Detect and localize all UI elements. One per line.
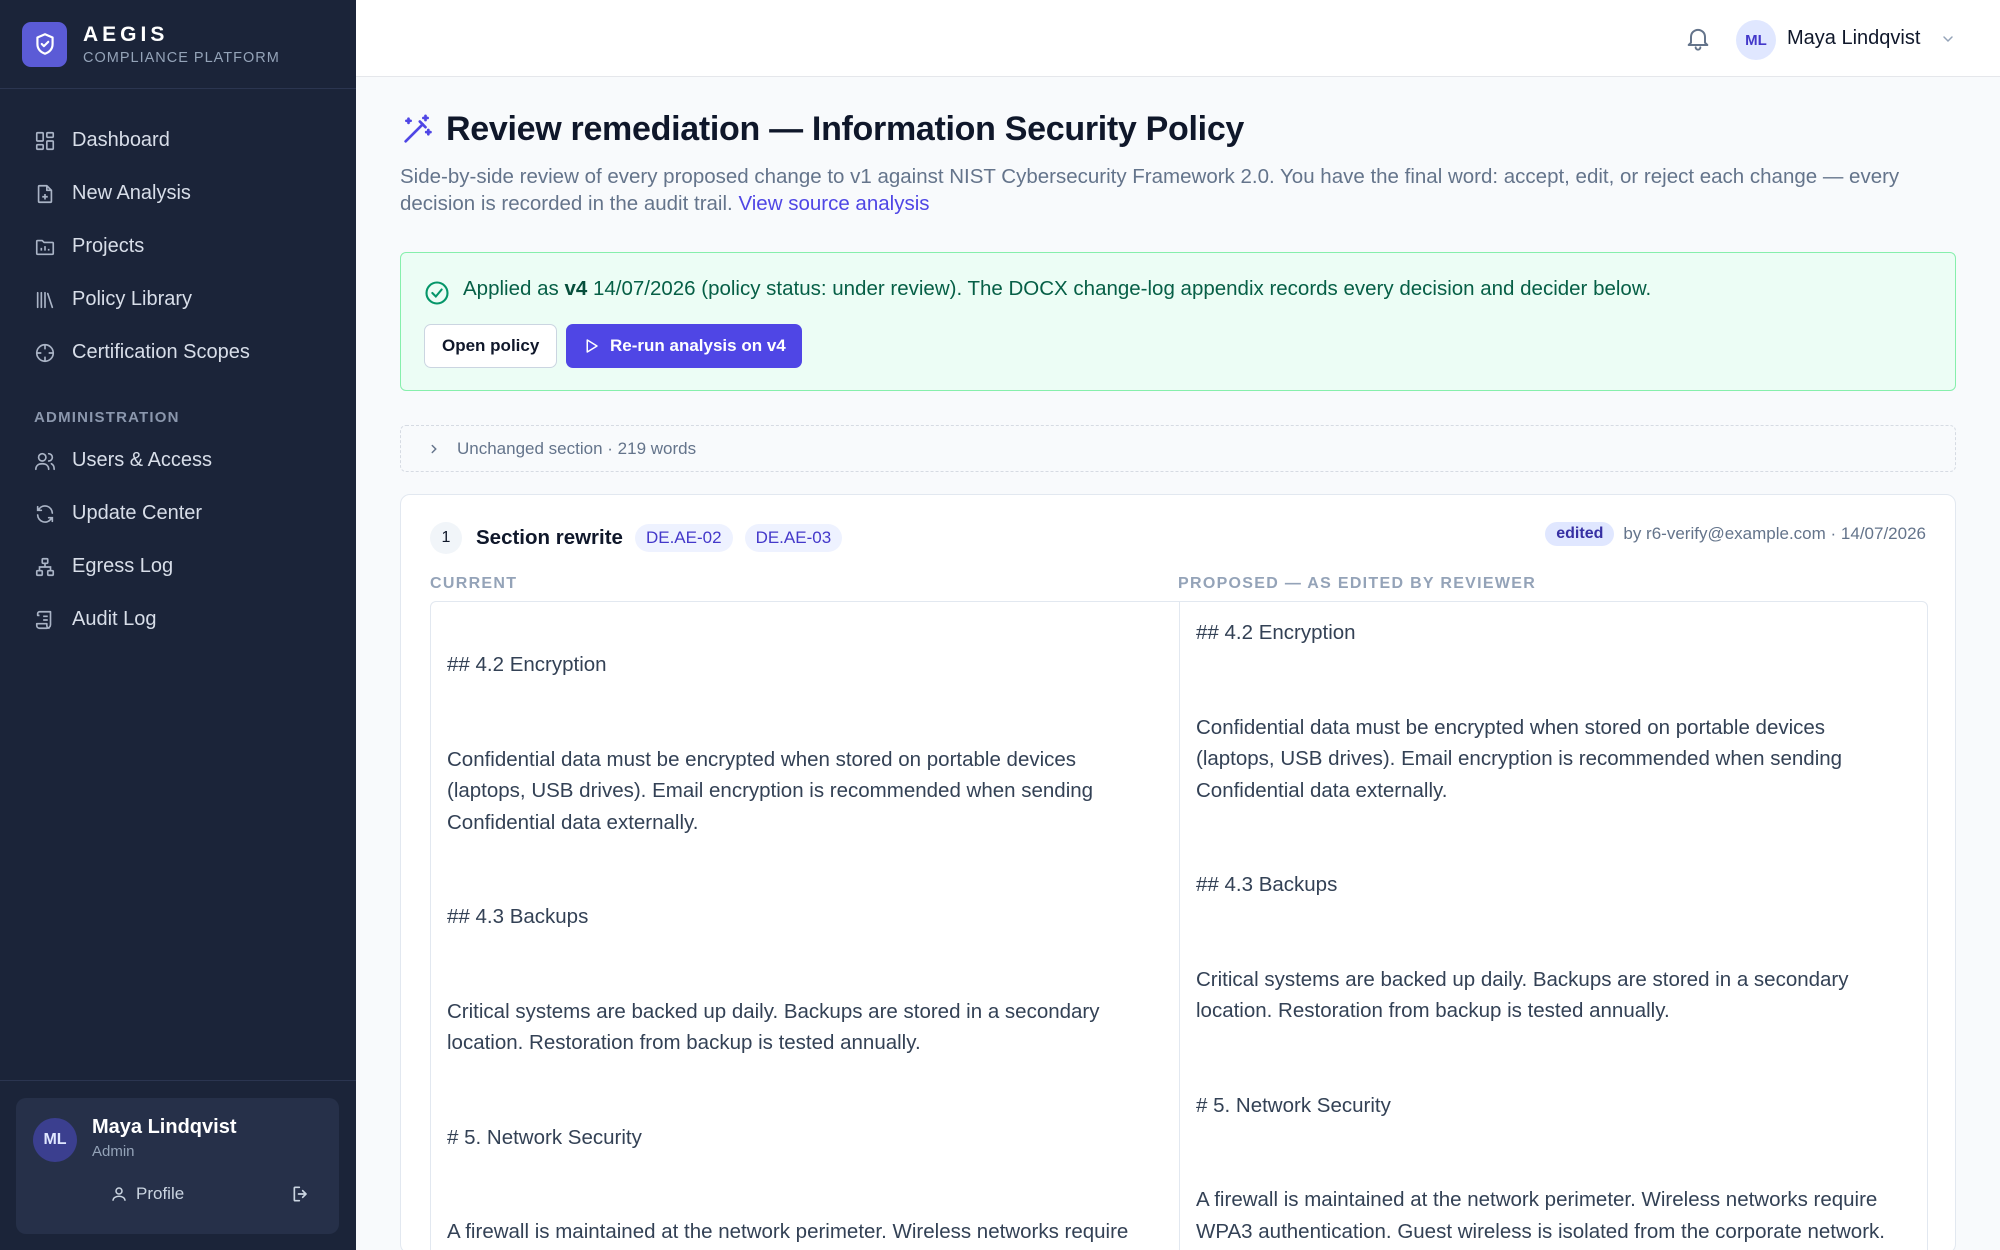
rerun-label: Re-run analysis on v4: [610, 336, 786, 355]
change-meta: by r6-verify@example.com · 14/07/2026: [1623, 524, 1926, 543]
page-title: Review remediation — Information Securit…: [446, 110, 1245, 148]
main-content: Review remediation — Information Securit…: [400, 77, 1956, 1250]
nav-label: New Analysis: [72, 182, 191, 204]
proposed-line: A firewall is maintained at the network …: [1196, 1188, 1885, 1243]
folder-chart-icon: [35, 239, 55, 255]
brand-subtitle: COMPLIANCE PLATFORM: [83, 49, 280, 66]
nav-item-dashboard[interactable]: Dashboard: [0, 114, 356, 167]
nav-item-policy-library[interactable]: Policy Library: [0, 273, 356, 326]
user-card: ML Maya Lindqvist Admin Profile: [16, 1098, 339, 1234]
profile-label: Profile: [136, 1184, 185, 1203]
current-column-label: CURRENT: [430, 575, 518, 592]
nav-label: Egress Log: [72, 555, 174, 577]
change-card: 1 Section rewrite DE.AE-02 DE.AE-03 edit…: [400, 494, 1956, 1250]
file-plus-icon: [37, 184, 53, 203]
nav-item-audit-log[interactable]: Audit Log: [0, 593, 356, 646]
brand[interactable]: AEGIS COMPLIANCE PLATFORM: [0, 0, 356, 89]
logout-icon: [293, 1186, 307, 1202]
current-line: Confidential data must be encrypted when…: [447, 747, 1094, 834]
status-badge: edited: [1545, 522, 1615, 546]
dashboard-icon: [35, 131, 55, 150]
banner-message: Applied as v4 14/07/2026 (policy status:…: [463, 277, 1651, 301]
nav-label: Projects: [72, 235, 145, 257]
current-pane: ## 4.2 Encryption Confidential data must…: [431, 602, 1161, 1250]
nav-item-egress-log[interactable]: Egress Log: [0, 540, 356, 593]
proposed-line: ## 4.2 Encryption: [1196, 621, 1356, 644]
library-icon: [36, 291, 54, 308]
scroll-icon: [35, 610, 52, 629]
current-line: ## 4.3 Backups: [447, 905, 589, 928]
unchanged-section-toggle[interactable]: Unchanged section · 219 words: [400, 425, 1956, 472]
subtitle-text: Side-by-side review of every proposed ch…: [400, 165, 1900, 215]
avatar: ML: [33, 1118, 77, 1162]
admin-heading: ADMINISTRATION: [34, 409, 180, 426]
magic-wand-icon: [404, 113, 432, 143]
nav-label: Audit Log: [72, 608, 157, 630]
nav-label: Users & Access: [72, 449, 213, 471]
user-name: Maya Lindqvist: [92, 1116, 237, 1138]
nav-item-projects[interactable]: Projects: [0, 220, 356, 273]
change-title: Section rewrite: [476, 526, 623, 549]
proposed-line: Critical systems are backed up daily. Ba…: [1196, 967, 1849, 1023]
nav-label: Certification Scopes: [72, 341, 250, 363]
main-nav: Dashboard New Analysis Projects Policy L…: [0, 89, 356, 646]
nav-label: Dashboard: [72, 129, 170, 151]
user-icon: [112, 1187, 126, 1201]
current-line: ## 4.2 Encryption: [447, 653, 607, 676]
banner-prefix: Applied as: [463, 277, 565, 300]
current-line: A firewall is maintained at the network …: [447, 1220, 1129, 1243]
nav-label: Policy Library: [72, 288, 193, 310]
network-icon: [35, 557, 55, 576]
view-source-link[interactable]: View source analysis: [738, 192, 929, 215]
nav-item-certification-scopes[interactable]: Certification Scopes: [0, 326, 356, 379]
user-role: Admin: [92, 1143, 135, 1160]
banner-version: v4: [564, 277, 588, 300]
sidebar: AEGIS COMPLIANCE PLATFORM Dashboard New …: [0, 0, 356, 1250]
logout-button[interactable]: [291, 1184, 311, 1209]
proposed-column-label: PROPOSED — AS EDITED BY REVIEWER: [1178, 575, 1537, 592]
proposed-line: ## 4.3 Backups: [1196, 873, 1338, 896]
applied-banner: Applied as v4 14/07/2026 (policy status:…: [400, 252, 1956, 391]
unchanged-label: Unchanged section · 219 words: [457, 438, 697, 458]
topbar: ML Maya Lindqvist: [356, 0, 2000, 77]
diff-view: ## 4.2 Encryption Confidential data must…: [430, 601, 1928, 1250]
play-icon: [586, 339, 598, 353]
avatar[interactable]: ML: [1736, 20, 1776, 60]
profile-button[interactable]: Profile: [110, 1184, 184, 1204]
current-line: # 5. Network Security: [447, 1125, 642, 1149]
page-subtitle: Side-by-side review of every proposed ch…: [400, 163, 1956, 217]
brand-name: AEGIS: [83, 22, 169, 46]
proposed-line: # 5. Network Security: [1196, 1093, 1391, 1117]
bell-icon: [1687, 28, 1709, 51]
scope-icon: [35, 343, 55, 362]
notifications-button[interactable]: [1684, 24, 1712, 57]
nav-item-users-access[interactable]: Users & Access: [0, 434, 356, 487]
users-icon: [35, 452, 55, 470]
nav-item-new-analysis[interactable]: New Analysis: [0, 167, 356, 220]
refresh-icon: [36, 504, 54, 523]
change-number: 1: [430, 522, 462, 554]
control-tag[interactable]: DE.AE-03: [744, 524, 843, 552]
chevron-right-icon: [431, 444, 437, 453]
check-circle-icon: [423, 279, 451, 312]
sidebar-footer: ML Maya Lindqvist Admin Profile: [0, 1080, 356, 1250]
shield-check-icon: [22, 21, 67, 67]
nav-label: Update Center: [72, 502, 203, 524]
chevron-down-icon[interactable]: [1940, 31, 1956, 52]
rerun-analysis-button[interactable]: Re-run analysis on v4: [566, 324, 802, 368]
banner-suffix: 14/07/2026 (policy status: under review)…: [587, 277, 1652, 300]
open-policy-button[interactable]: Open policy: [424, 324, 558, 368]
user-menu-name[interactable]: Maya Lindqvist: [1787, 27, 1920, 50]
control-tag[interactable]: DE.AE-02: [634, 524, 733, 552]
proposed-pane[interactable]: ## 4.2 Encryption Confidential data must…: [1180, 602, 1910, 1250]
nav-item-update-center[interactable]: Update Center: [0, 487, 356, 540]
proposed-line: Confidential data must be encrypted when…: [1196, 715, 1843, 802]
current-line: Critical systems are backed up daily. Ba…: [447, 999, 1100, 1055]
